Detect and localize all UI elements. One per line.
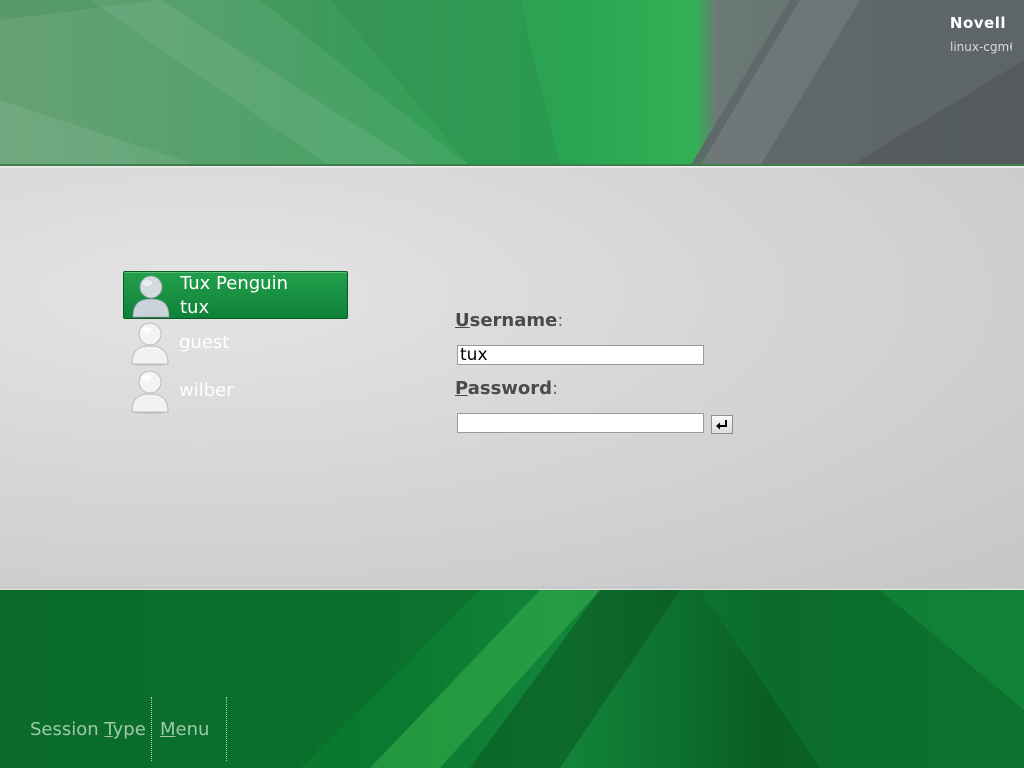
username-label-colon: : [557,310,564,331]
bottom-background [0,590,1024,768]
banner-swoosh-graphic [0,0,1024,166]
user-avatar-icon [131,322,169,366]
password-label-rest: assword [467,378,553,399]
session-type-mnemonic: T [104,719,113,740]
session-type-menu[interactable]: Session Type [30,719,146,740]
username-label: Username: [455,310,563,331]
password-label-colon: : [552,378,559,399]
password-label-mnemonic: P [455,378,468,399]
session-type-text: Session [30,719,105,740]
menu-text-rest: enu [175,719,210,740]
username-field[interactable] [457,345,704,365]
enter-arrow-icon [716,420,727,430]
user-item-guest[interactable]: guest [123,319,348,367]
novell-logo: Novell [949,14,1006,32]
user-full-name: Tux Penguin [180,273,288,294]
user-login-name: guest [179,332,230,353]
menu-separator [151,697,152,761]
menu-mnemonic: M [160,719,176,740]
username-label-mnemonic: U [455,310,470,331]
menu-separator [226,697,227,761]
login-submit-button[interactable] [711,415,733,434]
hostname-label: linux-cgm6 [950,40,1012,54]
username-label-rest: sername [469,310,558,331]
user-avatar-icon [132,275,170,319]
menu-button[interactable]: Menu [160,719,209,740]
user-login-name: wilber [179,380,234,401]
login-screen: Novell linux-cgm6 Tux Penguin tux guest [0,0,1024,768]
user-login-name: tux [180,297,210,318]
top-banner: Novell linux-cgm6 [0,0,1024,166]
bottom-swoosh-graphic [0,590,1024,768]
password-label: Password: [455,378,558,399]
user-item-wilber[interactable]: wilber [123,367,348,415]
user-item-tux[interactable]: Tux Penguin tux [123,271,348,319]
user-avatar-icon [131,370,169,414]
session-type-text-rest: ype [112,719,146,740]
password-field[interactable] [457,413,704,433]
